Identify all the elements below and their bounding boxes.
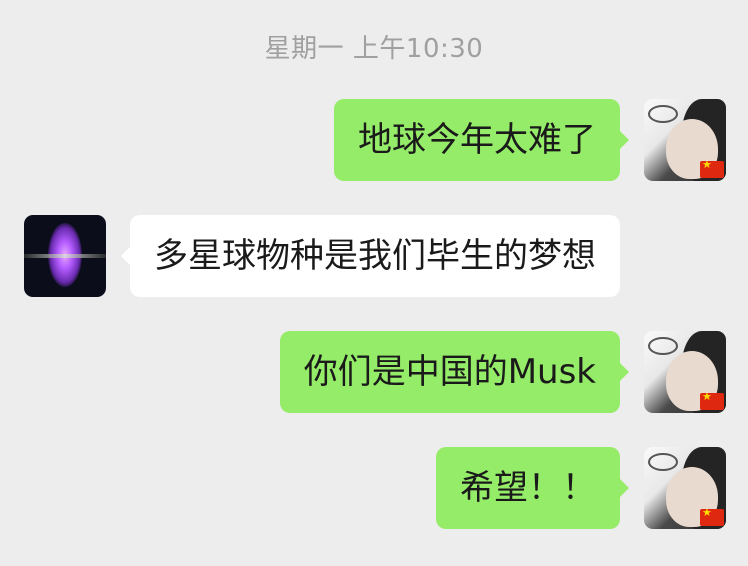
message-text: 希望！！	[460, 468, 596, 508]
contact-avatar[interactable]	[24, 215, 106, 297]
bubble-tail	[619, 362, 629, 382]
bubble-tail	[121, 246, 131, 266]
self-avatar[interactable]	[644, 331, 726, 413]
message-text: 多星球物种是我们毕生的梦想	[154, 236, 596, 276]
china-flag-icon	[700, 509, 724, 526]
china-flag-icon	[700, 161, 724, 178]
self-avatar[interactable]	[644, 99, 726, 181]
message-bubble-sent[interactable]: 地球今年太难了	[334, 99, 629, 181]
message-bubble-sent[interactable]: 希望！！	[436, 447, 629, 529]
china-flag-icon	[700, 393, 724, 410]
bubble-tail	[619, 478, 629, 498]
chat-window: { "chat": { "timestamp": "星期一 上午10:30", …	[0, 0, 748, 566]
message-timestamp: 星期一 上午10:30	[264, 34, 484, 64]
message-bubble-sent[interactable]: 你们是中国的Musk	[279, 331, 629, 413]
message-text: 地球今年太难了	[358, 120, 596, 160]
self-avatar[interactable]	[644, 447, 726, 529]
message-bubble-received[interactable]: 多星球物种是我们毕生的梦想	[121, 215, 620, 297]
message-text: 你们是中国的Musk	[303, 352, 596, 392]
bubble-tail	[619, 130, 629, 150]
